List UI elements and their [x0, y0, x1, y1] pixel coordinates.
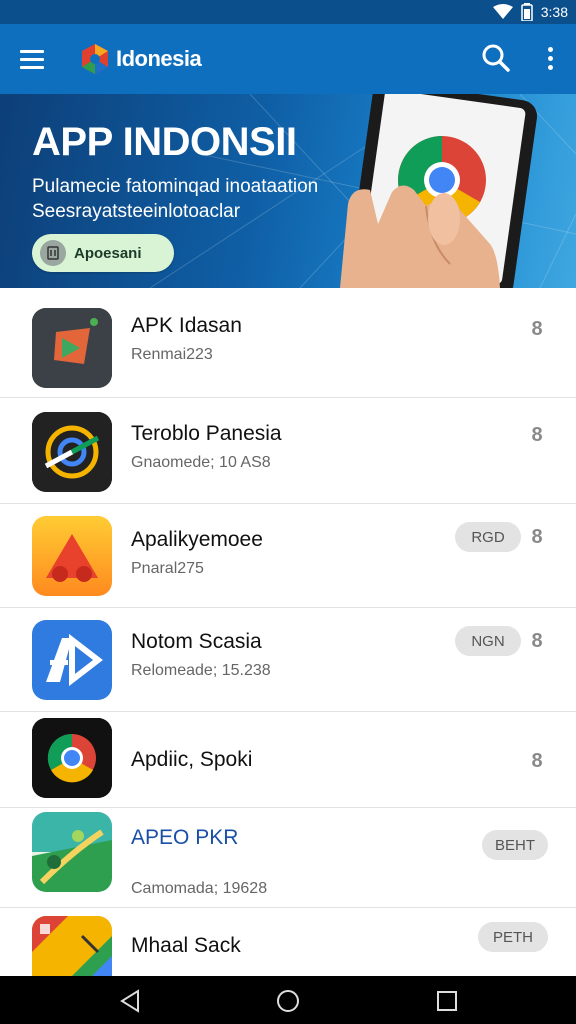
app-meta: Camomada; 19628 [131, 880, 268, 897]
home-icon[interactable] [275, 988, 301, 1014]
brand-name: Idonesia [116, 46, 202, 71]
download-icon [40, 240, 66, 266]
status-badge[interactable]: BEHT [482, 830, 548, 860]
app-meta: Relomeade; 15.238 [131, 662, 271, 679]
wifi-icon [492, 4, 513, 19]
app-name: Notom Scasia [131, 630, 262, 653]
list-item[interactable]: Mhaal Sack PETH [0, 908, 576, 976]
maps-app-icon [32, 812, 112, 892]
multicolor-app-icon [32, 916, 112, 976]
hand-phone-illustration [340, 94, 538, 288]
battery-icon [521, 3, 533, 21]
item-action-icon[interactable]: 8 [528, 422, 546, 448]
banner-subtitle: Pulamecie fatominqad inoataation Seesray… [32, 176, 319, 222]
status-bar: 3:38 [0, 0, 576, 24]
more-vert-icon [547, 46, 553, 52]
item-action-icon[interactable]: 8 [528, 524, 546, 550]
ad-app-icon [32, 620, 112, 700]
app-bar: Idonesia [0, 24, 576, 94]
back-icon[interactable] [118, 988, 144, 1014]
apk-app-icon [32, 308, 112, 388]
list-item[interactable]: Teroblo Panesia Gnaomede; 10 AS8 8 [0, 398, 576, 504]
list-item[interactable]: Apdiic, Spoki 8 [0, 712, 576, 808]
radar-app-icon [32, 412, 112, 492]
banner-cta-button[interactable]: Apoesani [32, 234, 174, 272]
list-item[interactable]: APEO PKR Camomada; 19628 BEHT [0, 808, 576, 908]
app-name: Apalikyemoee [131, 528, 263, 551]
app-name: APK Idasan [131, 314, 242, 337]
promo-banner[interactable]: APP INDONSII Pulamecie fatominqad inoata… [0, 94, 576, 288]
status-badge[interactable]: RGD [455, 522, 521, 552]
status-badge[interactable]: NGN [455, 626, 521, 656]
banner-cta-label: Apoesani [74, 244, 142, 262]
menu-button[interactable] [20, 44, 50, 74]
status-time: 3:38 [540, 4, 568, 20]
app-name: Mhaal Sack [131, 934, 241, 957]
item-action-icon[interactable]: 8 [528, 748, 546, 774]
list-item[interactable]: Apalikyemoee Pnaral275 RGD 8 [0, 504, 576, 608]
list-item[interactable]: Notom Scasia Relomeade; 15.238 NGN 8 [0, 608, 576, 712]
app-name: APEO PKR [131, 826, 239, 849]
system-nav-bar [0, 976, 576, 1024]
app-list: APK Idasan Renmai223 8 Teroblo Panesia G… [0, 288, 576, 976]
search-icon [482, 44, 510, 72]
recents-icon[interactable] [434, 988, 460, 1014]
app-name: Teroblo Panesia [131, 422, 282, 445]
item-action-icon[interactable]: 8 [528, 628, 546, 654]
app-meta: Pnaral275 [131, 560, 204, 577]
item-action-icon[interactable]: 8 [528, 316, 546, 342]
menu-icon [20, 49, 44, 53]
brand-logo-icon [82, 44, 108, 74]
status-badge[interactable]: PETH [478, 922, 548, 952]
banner-title: APP INDONSII [32, 120, 297, 164]
app-meta: Gnaomede; 10 AS8 [131, 454, 271, 471]
list-item[interactable]: APK Idasan Renmai223 8 [0, 288, 576, 398]
triangle-app-icon [32, 516, 112, 596]
app-meta: Renmai223 [131, 346, 213, 363]
more-options-button[interactable] [536, 42, 564, 74]
chrome-app-icon [32, 718, 112, 798]
app-name: Apdiic, Spoki [131, 748, 253, 771]
search-button[interactable] [480, 42, 512, 74]
brand: Idonesia [78, 40, 202, 78]
